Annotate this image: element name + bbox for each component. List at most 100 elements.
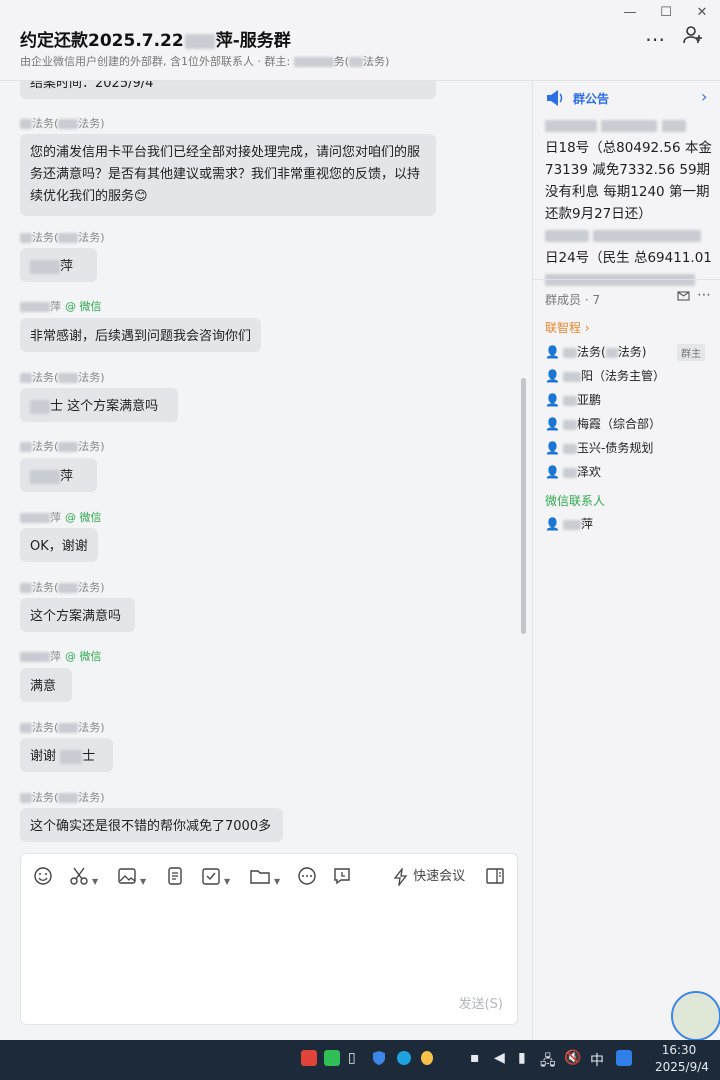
- group-subtitle: 由企业微信用户创建的外部群, 含1位外部联系人 · 群主: 务(法务): [20, 55, 390, 68]
- doc-icon[interactable]: [165, 866, 185, 888]
- group-lianzhi[interactable]: 联智程 ›: [545, 319, 590, 336]
- person-icon: 👤: [545, 369, 560, 383]
- group-info-panel: 群公告 › 日18号（总80492.56 本金73139 减免7332.56 5…: [532, 81, 720, 1041]
- owner-badge: 群主: [677, 344, 705, 361]
- group-title: 约定还款2025.7.22 萍-服务群: [20, 26, 291, 51]
- person-icon: 👤: [545, 393, 560, 407]
- notice-line: 日18号（总80492.56 本金73139 减免7332.56 59期没有利息…: [545, 140, 712, 222]
- tray-app-icon[interactable]: ▪: [470, 1050, 480, 1066]
- network-icon[interactable]: 🖧: [540, 1050, 556, 1074]
- sidebar-toggle-icon[interactable]: [485, 866, 505, 888]
- person-icon: 👤: [545, 441, 560, 455]
- message-text: 这个确实还是很不错的帮你减免了7000多: [30, 819, 272, 834]
- message-bubble: 这个确实还是很不错的帮你减免了7000多: [20, 808, 283, 842]
- message-bubble: OK，谢谢: [20, 528, 98, 562]
- message-bubble: 萍: [20, 458, 97, 492]
- scissors-icon[interactable]: ▼: [69, 866, 98, 888]
- message-text: OK，谢谢: [30, 539, 88, 554]
- emoji-icon[interactable]: [33, 866, 53, 888]
- audio-app-icon[interactable]: ◀: [494, 1050, 505, 1066]
- message-bubble: 萍: [20, 248, 97, 282]
- message-sender: 法务(法务): [20, 438, 105, 454]
- quick-meeting-button[interactable]: 快速会议: [393, 866, 465, 888]
- member-item[interactable]: 👤 玉兴-债务规划: [545, 439, 653, 456]
- wechat-contact-item[interactable]: 👤 萍: [545, 515, 593, 532]
- close-button[interactable]: ✕: [690, 4, 714, 22]
- person-icon: 👤: [545, 517, 560, 531]
- message-bubble: 非常感谢，后续遇到问题我会咨询你们: [20, 318, 261, 352]
- member-item[interactable]: 👤 法务(法务): [545, 343, 646, 360]
- windows-taskbar: ▯ ▪ ◀ ▮ 🖧 🔇 中 16:30 2025/9/4: [0, 1040, 720, 1080]
- message-sender: 法务(法务): [20, 229, 105, 245]
- member-item[interactable]: 👤 亚鹏: [545, 391, 601, 408]
- message-text: 非常感谢，后续遇到问题我会咨询你们: [30, 329, 252, 344]
- search-icon[interactable]: [616, 1050, 632, 1070]
- quick-meeting-label: 快速会议: [413, 869, 466, 884]
- message-sender: 萍 @ 微信: [20, 648, 102, 664]
- volume-muted-icon[interactable]: 🔇: [564, 1050, 581, 1066]
- message-sender: 萍 @ 微信: [20, 298, 102, 314]
- more-dots-icon[interactable]: ⋯: [640, 24, 670, 54]
- message-bubble: 这个方案满意吗: [20, 598, 135, 632]
- usb-icon[interactable]: ▯: [348, 1050, 356, 1066]
- redacted-block: [184, 33, 215, 49]
- usb-drive-icon[interactable]: ▮: [518, 1050, 526, 1066]
- message-bubble: 士 这个方案满意吗: [20, 388, 178, 422]
- message-sender: 法务(法务): [20, 719, 105, 735]
- image-icon[interactable]: ▼: [117, 866, 146, 888]
- message-sender: 法务(法务): [20, 115, 105, 131]
- app-wechat-icon[interactable]: [324, 1050, 340, 1070]
- wechat-contacts-title: 微信联系人: [545, 494, 606, 508]
- message-bubble: 谢谢 士: [20, 738, 113, 772]
- message-text: 您的浦发信用卡平台我们已经全部对接处理完成，请问您对咱们的服务还满意吗？是否有其…: [30, 145, 421, 204]
- divider: [533, 279, 720, 280]
- message-bubble: 您的浦发信用卡平台我们已经全部对接处理完成，请问您对咱们的服务还满意吗？是否有其…: [20, 134, 436, 216]
- announcement-icon: [545, 89, 565, 111]
- envelope-icon[interactable]: [677, 290, 690, 305]
- message-text: 满意: [30, 679, 57, 694]
- qq-icon[interactable]: [420, 1050, 434, 1070]
- app-wechat-work-icon[interactable]: [301, 1050, 317, 1070]
- minimize-button[interactable]: —: [618, 4, 642, 22]
- message-sender: 法务(法务): [20, 789, 105, 805]
- message-bubble-partial: 结案时间：2025/9/4: [20, 81, 436, 99]
- clock-date: 2025/9/4: [655, 1060, 709, 1074]
- chevron-right-icon[interactable]: ›: [701, 87, 707, 106]
- folder-icon[interactable]: ▼: [249, 866, 280, 888]
- member-item[interactable]: 👤 梅霞（综合部）: [545, 415, 661, 432]
- message-sender: 萍 @ 微信: [20, 509, 102, 525]
- notice-title: 群公告: [573, 92, 610, 106]
- send-button[interactable]: 发送(S): [459, 993, 503, 1012]
- member-more-icon[interactable]: ⋯: [697, 287, 711, 303]
- shield-icon[interactable]: [372, 1050, 386, 1070]
- chat-scrollbar[interactable]: [521, 378, 526, 634]
- notice-line: 日24号（民生 总69411.01: [545, 250, 712, 266]
- message-sender: 法务(法务): [20, 369, 105, 385]
- person-icon: 👤: [545, 465, 560, 479]
- title-suffix: 萍-服务群: [215, 31, 291, 51]
- chat-header: 约定还款2025.7.22 萍-服务群 由企业微信用户创建的外部群, 含1位外部联…: [0, 0, 720, 81]
- message-sender: 法务(法务): [20, 579, 105, 595]
- clock[interactable]: 16:30 2025/9/4: [655, 1043, 709, 1074]
- task-icon[interactable]: ▼: [201, 866, 230, 888]
- notice-content[interactable]: 日18号（总80492.56 本金73139 减免7332.56 59期没有利息…: [545, 115, 715, 291]
- clock-time: 16:30: [661, 1043, 697, 1057]
- message-bubble: 满意: [20, 668, 72, 702]
- maximize-button[interactable]: ☐: [654, 4, 678, 22]
- floating-avatar[interactable]: [671, 991, 720, 1041]
- browser-icon[interactable]: [396, 1050, 412, 1070]
- person-icon: 👤: [545, 417, 560, 431]
- ime-indicator[interactable]: 中: [590, 1050, 604, 1070]
- message-text: 这个方案满意吗: [30, 609, 122, 624]
- add-member-icon[interactable]: [678, 24, 708, 54]
- chat-message-list[interactable]: 结案时间：2025/9/4 法务(法务) 您的浦发信用卡平台我们已经全部对接处理…: [0, 81, 532, 847]
- person-icon: 👤: [545, 345, 560, 359]
- title-prefix: 约定还款2025.7.22: [20, 31, 184, 51]
- message-text: 结案时间：2025/9/4: [30, 81, 154, 91]
- message-composer[interactable]: ▼ ▼ ▼ ▼ 快速会议 发送(S): [20, 853, 518, 1025]
- members-title: 群成员 · 7: [545, 293, 601, 307]
- history-icon[interactable]: [332, 866, 352, 888]
- more-icon[interactable]: [297, 866, 317, 888]
- member-item[interactable]: 👤 泽欢: [545, 463, 601, 480]
- member-item[interactable]: 👤 阳（法务主管）: [545, 367, 665, 384]
